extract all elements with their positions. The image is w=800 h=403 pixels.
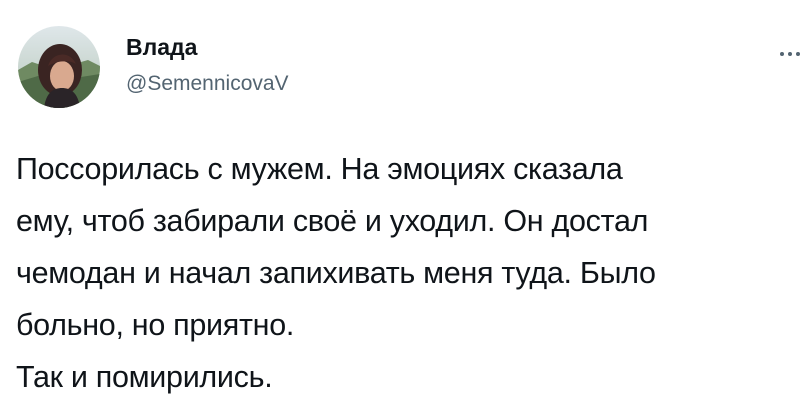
tweet-text-line: чемодан и начал запихивать меня туда. Бы… [16, 256, 656, 290]
more-options-icon[interactable] [780, 48, 800, 60]
tweet-text: Поссорилась с мужем. На эмоциях сказала … [16, 143, 791, 403]
tweet-text-line: Поссорилась с мужем. На эмоциях сказала [16, 152, 623, 186]
author-avatar[interactable] [18, 26, 100, 108]
tweet-text-line: Так и помирились. [16, 360, 273, 394]
profile-photo-icon [18, 26, 100, 108]
tweet-text-line: ему, чтоб забирали своё и уходил. Он дос… [16, 204, 649, 238]
author-display-name[interactable]: Влада [126, 33, 289, 61]
author-info: Влада @SemennicovaV [126, 33, 289, 97]
tweet: Влада @SemennicovaV Поссорилась с мужем.… [0, 0, 800, 403]
tweet-text-line: больно, но приятно. [16, 308, 295, 342]
author-handle[interactable]: @SemennicovaV [126, 71, 289, 97]
